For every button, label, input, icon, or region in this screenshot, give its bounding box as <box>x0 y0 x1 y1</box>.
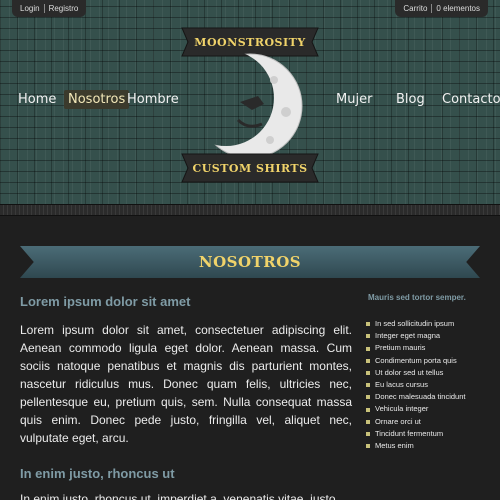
bullet-icon <box>366 322 370 327</box>
section-paragraph: Lorem ipsum dolor sit amet, consectetuer… <box>20 323 352 445</box>
section-heading: Lorem ipsum dolor sit amet <box>20 294 191 309</box>
nav-blog[interactable]: Blog <box>392 90 429 109</box>
sidebar-item-label: Pretium mauris <box>375 343 426 353</box>
moon-crater <box>281 107 291 117</box>
register-link[interactable]: Registro <box>49 4 79 13</box>
page-banner: NOSOTROS <box>20 246 480 278</box>
nav-women[interactable]: Mujer <box>332 90 376 109</box>
moon-crater <box>270 76 278 84</box>
sidebar-item-label: Eu lacus cursus <box>375 380 428 390</box>
bullet-icon <box>366 346 370 351</box>
sidebar-item-label: Tincidunt fermentum <box>375 428 444 438</box>
sidebar-item[interactable]: Eu lacus cursus <box>366 379 465 391</box>
bullet-icon <box>366 419 370 424</box>
sidebar-item-label: Ornare orci ut <box>375 416 421 426</box>
bullet-icon <box>366 358 370 363</box>
sidebar-item[interactable]: Condimentum porta quis <box>366 355 465 367</box>
page-title: NOSOTROS <box>198 253 302 271</box>
section-paragraph: In enim justo, rhoncus ut, imperdiet a, … <box>20 492 339 500</box>
bullet-icon <box>366 444 370 449</box>
cart-bar: Carrito 0 elementos <box>395 0 488 17</box>
bullet-icon <box>366 431 370 436</box>
nav-men[interactable]: Hombre <box>123 90 183 109</box>
sidebar-item[interactable]: Tincidunt fermentum <box>366 428 465 440</box>
account-bar: Login Registro <box>12 0 87 17</box>
logo-top-text: MOONSTROSITY <box>194 36 305 49</box>
sidebar-item[interactable]: Ut dolor sed ut tellus <box>366 367 465 379</box>
bullet-icon <box>366 407 370 412</box>
sidebar-item-label: Ut dolor sed ut tellus <box>375 367 444 377</box>
header-divider <box>0 204 500 216</box>
nav-home[interactable]: Home <box>14 90 60 109</box>
sidebar-item-label: Donec malesuada tincidunt <box>375 392 466 402</box>
sidebar-item[interactable]: In sed sollicitudin ipsum <box>366 318 465 330</box>
bullet-icon <box>366 395 370 400</box>
sidebar-item[interactable]: Vehicula integer <box>366 403 465 415</box>
sidebar-item-label: Condimentum porta quis <box>375 355 457 365</box>
sidebar-item-label: Integer eget magna <box>375 331 441 341</box>
cart-link[interactable]: Carrito <box>403 4 427 13</box>
cart-count[interactable]: 0 elementos <box>436 4 480 13</box>
section-heading: In enim justo, rhoncus ut <box>20 466 175 481</box>
moon-crater <box>266 136 274 144</box>
bullet-icon <box>366 383 370 388</box>
moonstrosity-logo[interactable]: MOONSTROSITY CUSTOM SHIRTS <box>178 20 322 190</box>
bullet-icon <box>366 334 370 339</box>
nav-about[interactable]: Nosotros <box>64 90 130 109</box>
sidebar-item-label: Vehicula integer <box>375 404 429 414</box>
sidebar-item[interactable]: Donec malesuada tincidunt <box>366 391 465 403</box>
nav-contact[interactable]: Contacto <box>438 90 500 109</box>
separator <box>43 4 45 13</box>
sidebar-title: Mauris sed tortor semper. <box>368 293 466 302</box>
sidebar-item[interactable]: Integer eget magna <box>366 330 465 342</box>
sidebar-list: In sed sollicitudin ipsum Integer eget m… <box>366 318 465 452</box>
sidebar-item[interactable]: Pretium mauris <box>366 342 465 354</box>
separator <box>431 4 433 13</box>
sidebar-item[interactable]: Ornare orci ut <box>366 416 465 428</box>
sidebar-item[interactable]: Metus enim <box>366 440 465 452</box>
sidebar-item-label: In sed sollicitudin ipsum <box>375 319 455 328</box>
login-link[interactable]: Login <box>20 4 40 13</box>
sidebar-item-label: Metus enim <box>375 441 414 451</box>
bullet-icon <box>366 370 370 375</box>
logo-bottom-text: CUSTOM SHIRTS <box>192 162 307 175</box>
